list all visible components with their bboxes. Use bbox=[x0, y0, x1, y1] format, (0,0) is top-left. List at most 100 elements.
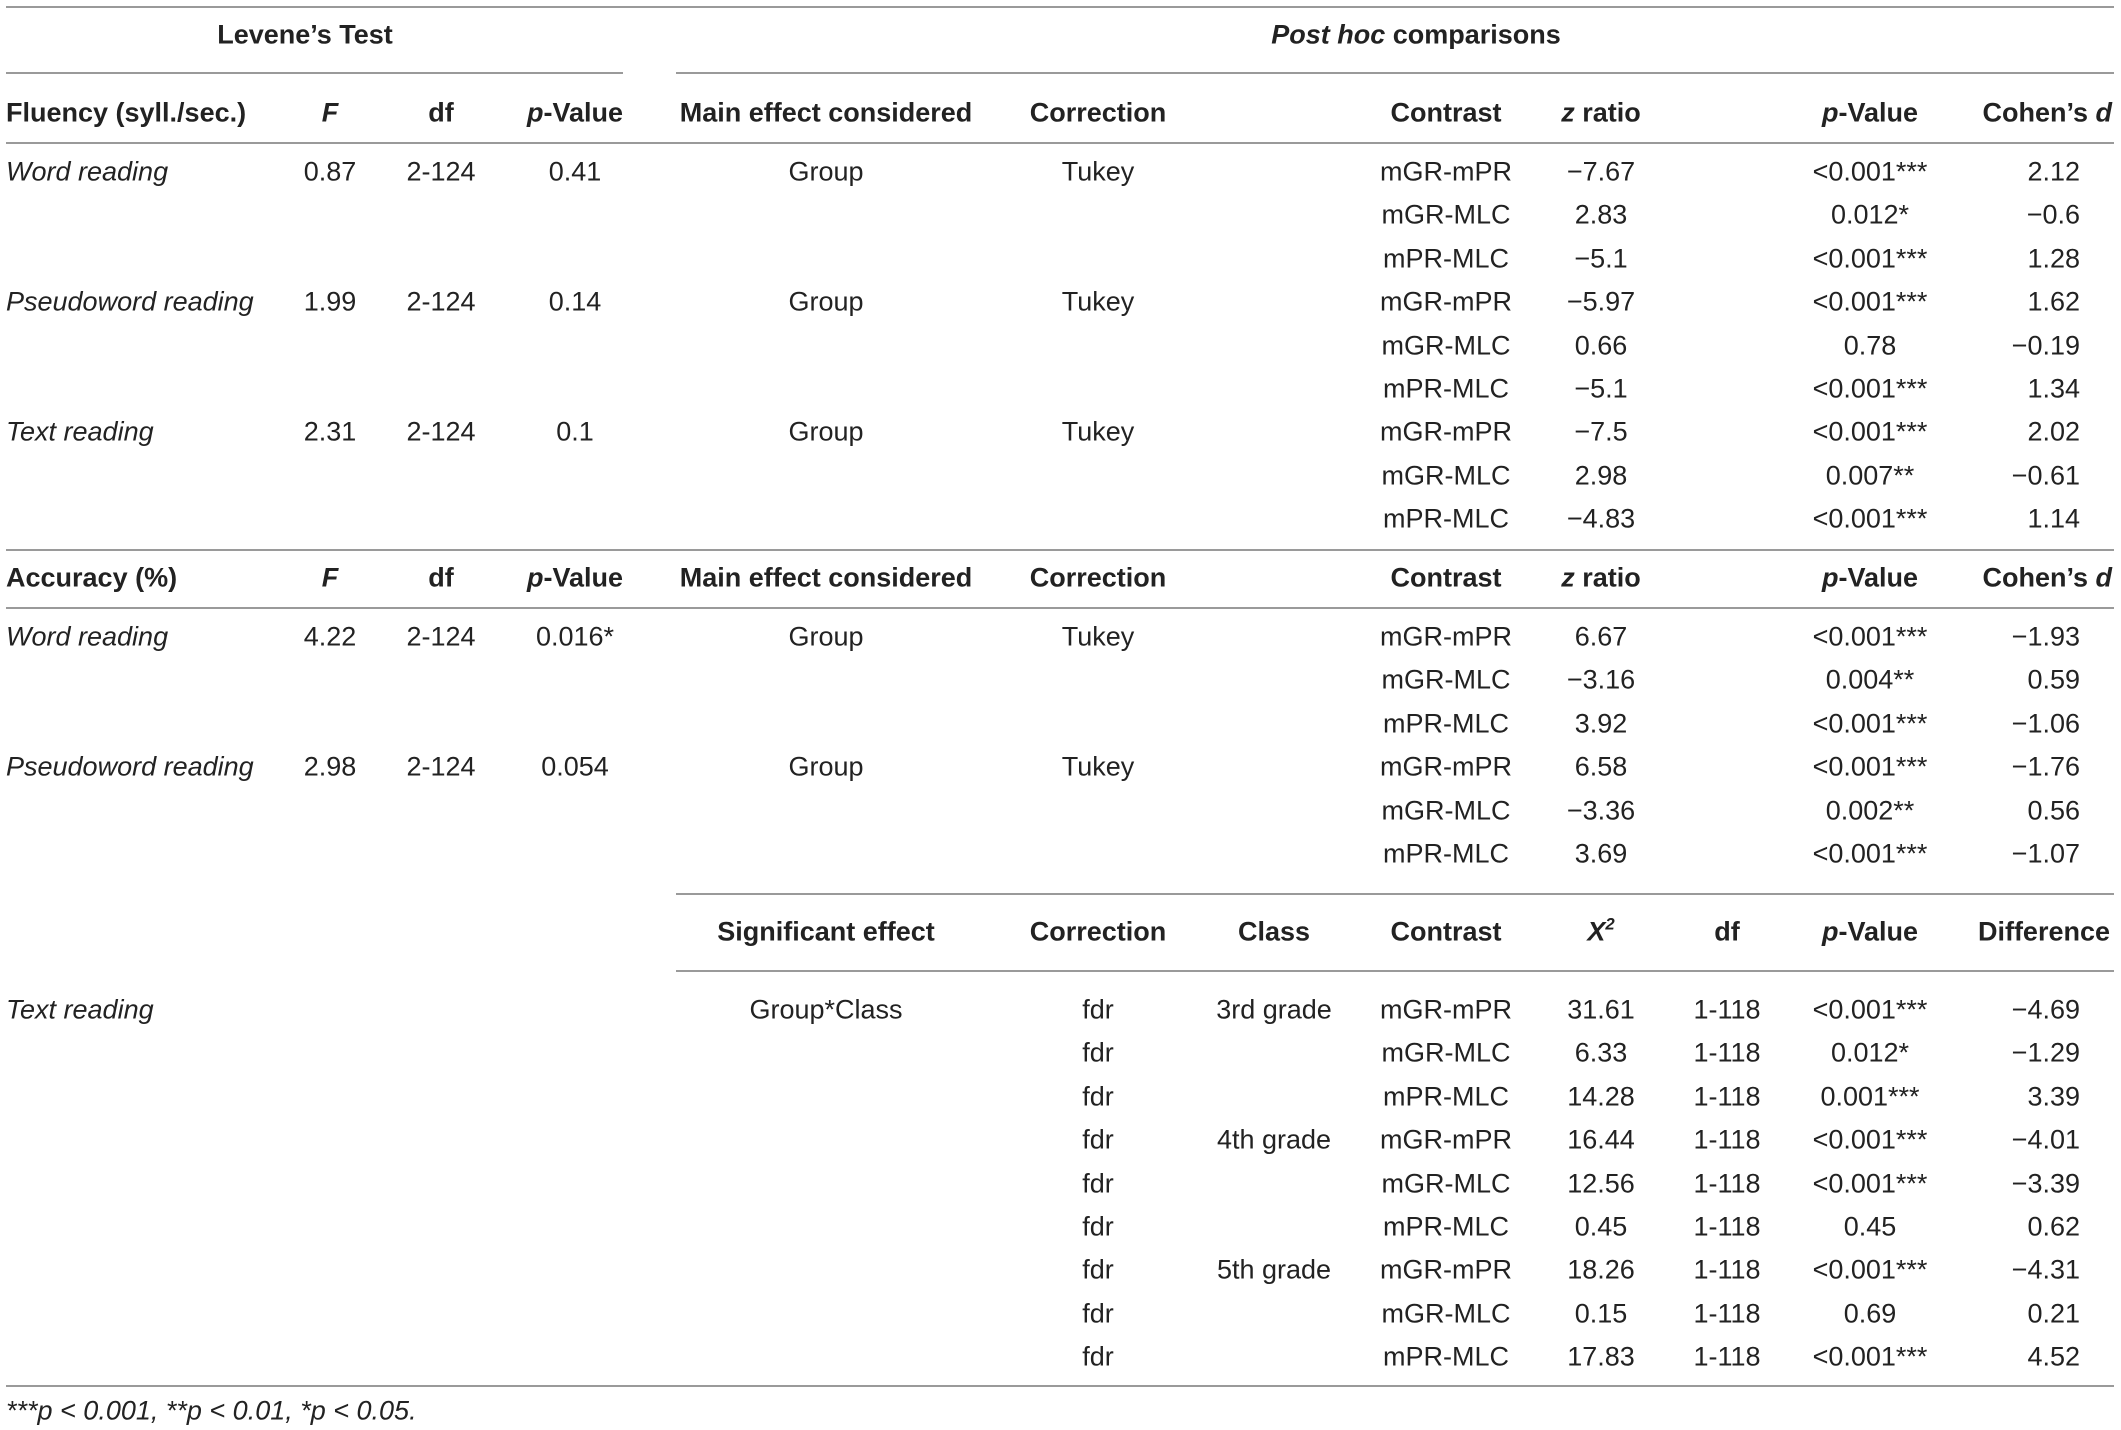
posthoc-p-value-header: p-Value bbox=[1821, 97, 1919, 128]
row-chi-square: 0.45 bbox=[1574, 1211, 1628, 1242]
row-p-value: <0.001*** bbox=[1812, 1341, 1928, 1372]
posthoc-p-value-header: p-Value bbox=[1821, 562, 1918, 593]
contrast-header: Contrast bbox=[1390, 916, 1502, 947]
row-f: 2.98 bbox=[303, 751, 357, 782]
p-value-header-part: -Value bbox=[543, 562, 624, 593]
row-z-ratio: 6.58 bbox=[1574, 751, 1628, 782]
row-df: 2-124 bbox=[406, 416, 476, 447]
row-p-value: 0.001*** bbox=[1820, 1081, 1920, 1112]
correction-header: Correction bbox=[1029, 562, 1167, 593]
section-measure-header: Fluency (syll./sec.) bbox=[6, 97, 247, 128]
row-z-ratio: 2.98 bbox=[1574, 460, 1628, 491]
accuracy-top-rule bbox=[6, 549, 2114, 551]
row-correction: fdr bbox=[1082, 1081, 1114, 1112]
cohens-d-header-part: d bbox=[2095, 562, 2113, 593]
row-df: 2-124 bbox=[406, 156, 476, 187]
row-df: 2-124 bbox=[406, 286, 476, 317]
row-correction: fdr bbox=[1082, 994, 1114, 1025]
row-cohens-d: 1.34 bbox=[2027, 373, 2080, 404]
row-p-value: 0.012* bbox=[1830, 1037, 1910, 1068]
row-correction: fdr bbox=[1082, 1168, 1114, 1199]
posthoc-p-value-header-part: p bbox=[1821, 97, 1839, 128]
row-z-ratio: 0.66 bbox=[1574, 330, 1628, 361]
row-cohens-d: −0.19 bbox=[2011, 330, 2080, 361]
row-contrast: mGR-mPR bbox=[1380, 1124, 1512, 1155]
class-header: Class bbox=[1237, 916, 1311, 947]
row-z-ratio: −3.36 bbox=[1566, 795, 1636, 826]
difference-header: Difference bbox=[1977, 916, 2110, 947]
chi-square-header: X2 bbox=[1587, 916, 1614, 947]
row-difference: 0.62 bbox=[2027, 1211, 2080, 1242]
row-posthoc-p-value: <0.001*** bbox=[1812, 373, 1928, 404]
interaction-header-rule bbox=[676, 970, 2114, 972]
row-z-ratio: −7.67 bbox=[1566, 156, 1636, 187]
row-posthoc-p-value: <0.001*** bbox=[1812, 416, 1928, 447]
row-df: 1-118 bbox=[1693, 1298, 1761, 1329]
row-f: 0.87 bbox=[303, 156, 357, 187]
row-cohens-d: 2.12 bbox=[2027, 156, 2080, 187]
row-difference: 0.21 bbox=[2027, 1298, 2080, 1329]
chi-square-header-part: X bbox=[1587, 916, 1606, 947]
row-effect: Group bbox=[788, 156, 864, 187]
cohens-d-header: Cohen’s d bbox=[1982, 97, 2112, 128]
row-contrast: mGR-mPR bbox=[1380, 156, 1512, 187]
row-correction: fdr bbox=[1082, 1124, 1114, 1155]
levene-title: Levene’s Test bbox=[217, 19, 393, 50]
row-f: 2.31 bbox=[303, 416, 357, 447]
row-measure: Word reading bbox=[6, 621, 169, 652]
row-contrast: mGR-MLC bbox=[1381, 1037, 1511, 1068]
p-value-header-part: p bbox=[526, 562, 544, 593]
contrast-header: Contrast bbox=[1390, 562, 1502, 593]
row-contrast: mGR-MLC bbox=[1381, 460, 1511, 491]
z-ratio-header-part: ratio bbox=[1574, 562, 1641, 593]
row-class: 5th grade bbox=[1216, 1254, 1332, 1285]
row-p-value: 0.14 bbox=[548, 286, 602, 317]
row-contrast: mGR-MLC bbox=[1381, 664, 1511, 695]
row-z-ratio: 2.83 bbox=[1574, 199, 1628, 230]
df-header: df bbox=[1714, 916, 1740, 947]
row-posthoc-p-value: 0.78 bbox=[1843, 330, 1897, 361]
row-df: 2-124 bbox=[406, 621, 476, 652]
row-class: 4th grade bbox=[1216, 1124, 1332, 1155]
row-contrast: mGR-MLC bbox=[1381, 1298, 1511, 1329]
z-ratio-header: z ratio bbox=[1561, 562, 1641, 593]
row-difference: −4.01 bbox=[2011, 1124, 2080, 1155]
top-rule bbox=[6, 6, 2114, 8]
row-df: 1-118 bbox=[1693, 1211, 1761, 1242]
row-df: 1-118 bbox=[1693, 1254, 1761, 1285]
row-posthoc-p-value: <0.001*** bbox=[1812, 751, 1928, 782]
row-effect: Group bbox=[788, 416, 864, 447]
posthoc-p-value-header-part: -Value bbox=[1838, 97, 1919, 128]
row-df: 1-118 bbox=[1693, 994, 1761, 1025]
cohens-d-header-part: Cohen’s bbox=[1982, 97, 2096, 128]
row-measure: Text reading bbox=[6, 416, 154, 447]
cohens-d-header: Cohen’s d bbox=[1982, 562, 2113, 593]
row-measure: Pseudoword reading bbox=[6, 751, 254, 782]
p-value-header-part: p bbox=[1821, 916, 1839, 947]
row-z-ratio: −5.1 bbox=[1574, 243, 1628, 274]
row-measure: Word reading bbox=[6, 156, 169, 187]
row-posthoc-p-value: 0.002** bbox=[1825, 795, 1915, 826]
row-contrast: mGR-MLC bbox=[1381, 199, 1511, 230]
row-z-ratio: −5.97 bbox=[1566, 286, 1636, 317]
row-cohens-d: 1.28 bbox=[2027, 243, 2080, 274]
p-value-header-part: -Value bbox=[543, 97, 624, 128]
section-measure-header: Accuracy (%) bbox=[6, 562, 178, 593]
row-cohens-d: 0.59 bbox=[2027, 664, 2080, 695]
row-z-ratio: −3.16 bbox=[1566, 664, 1636, 695]
p-value-header-part: p bbox=[526, 97, 544, 128]
row-difference: −4.69 bbox=[2011, 994, 2080, 1025]
z-ratio-header-part: z bbox=[1561, 562, 1575, 593]
row-correction: Tukey bbox=[1061, 751, 1135, 782]
correction-header: Correction bbox=[1029, 916, 1167, 947]
row-cohens-d: 0.56 bbox=[2027, 795, 2080, 826]
row-correction: Tukey bbox=[1061, 621, 1135, 652]
row-p-value: 0.69 bbox=[1843, 1298, 1897, 1329]
row-z-ratio: 6.67 bbox=[1574, 621, 1628, 652]
interaction-top-rule bbox=[676, 893, 2114, 895]
posthoc-title: Post hoc comparisons bbox=[1271, 21, 1561, 49]
row-z-ratio: −4.83 bbox=[1566, 503, 1636, 534]
accuracy-header-rule bbox=[6, 607, 2114, 609]
posthoc-p-value-header-part: p bbox=[1821, 562, 1839, 593]
row-correction: fdr bbox=[1082, 1211, 1114, 1242]
